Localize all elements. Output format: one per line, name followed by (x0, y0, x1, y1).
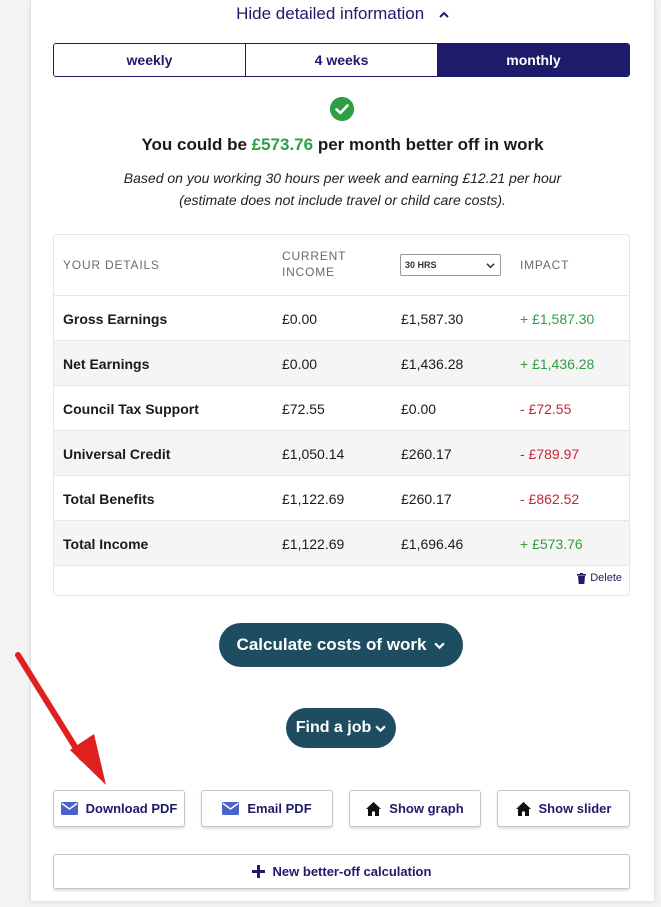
table-row: Net Earnings £0.00 £1,436.28 + £1,436.28 (54, 340, 629, 385)
row-label: Net Earnings (63, 355, 150, 372)
hide-details-toggle[interactable]: Hide detailed information (31, 4, 654, 24)
hide-details-label: Hide detailed information (236, 4, 425, 23)
chevron-up-icon (439, 11, 449, 18)
chevron-down-icon (375, 725, 386, 732)
better-off-headline: You could be £573.76 per month better of… (31, 135, 654, 155)
calculate-costs-label: Calculate costs of work (236, 635, 427, 654)
row-label: Total Benefits (63, 490, 155, 507)
home-icon (366, 801, 382, 816)
row-impact: - £72.55 (520, 400, 572, 417)
row-impact: + £573.76 (520, 535, 583, 552)
table-header: YOUR DETAILS CURRENT INCOME 30 HRS IMPAC… (54, 235, 629, 295)
hours-select-value: 30 HRS (405, 260, 437, 270)
period-monthly-button[interactable]: monthly (438, 44, 629, 76)
basis-line-1: Based on you working 30 hours per week a… (123, 170, 562, 186)
home-icon (515, 801, 531, 816)
new-calculation-label: New better-off calculation (272, 864, 432, 879)
check-circle-icon (330, 97, 354, 121)
row-new: £1,436.28 (401, 355, 464, 372)
headline-suffix: per month better off in work (313, 135, 544, 154)
period-toggle-group: weekly 4 weeks monthly (53, 43, 630, 77)
delete-label: Delete (590, 572, 622, 584)
show-slider-button[interactable]: Show slider (497, 790, 630, 827)
email-pdf-label: Email PDF (247, 801, 312, 816)
new-calculation-button[interactable]: New better-off calculation (53, 854, 630, 889)
chevron-down-icon (434, 642, 446, 649)
row-impact: + £1,587.30 (520, 310, 595, 327)
header-current-line-2: INCOME (282, 265, 335, 279)
find-job-label: Find a job (295, 719, 372, 736)
row-current: £0.00 (282, 355, 318, 372)
row-current: £1,122.69 (282, 490, 345, 507)
row-impact: + £1,436.28 (520, 355, 595, 372)
headline-prefix: You could be (141, 135, 252, 154)
row-label: Council Tax Support (63, 400, 199, 417)
row-new: £260.17 (401, 445, 452, 462)
row-current: £1,050.14 (282, 445, 345, 462)
row-label: Universal Credit (63, 445, 171, 462)
row-current: £72.55 (282, 400, 325, 417)
envelope-icon (60, 802, 78, 815)
table-footer (54, 565, 629, 595)
header-current-line-1: CURRENT (282, 249, 347, 263)
table-row: Total Income £1,122.69 £1,696.46 + £573.… (54, 520, 629, 565)
row-current: £1,122.69 (282, 535, 345, 552)
basis-line-2: (estimate does not include travel or chi… (179, 192, 506, 208)
row-label: Gross Earnings (63, 310, 168, 327)
delete-button[interactable]: Delete (577, 572, 622, 584)
row-new: £1,696.46 (401, 535, 464, 552)
row-impact: - £789.97 (520, 445, 580, 462)
row-new: £260.17 (401, 490, 452, 507)
envelope-icon (222, 802, 240, 815)
table-row: Council Tax Support £72.55 £0.00 - £72.5… (54, 385, 629, 430)
table-row: Universal Credit £1,050.14 £260.17 - £78… (54, 430, 629, 475)
table-row: Total Benefits £1,122.69 £260.17 - £862.… (54, 475, 629, 520)
show-slider-label: Show slider (538, 801, 612, 816)
period-weekly-button[interactable]: weekly (54, 44, 246, 76)
period-4-weeks-button[interactable]: 4 weeks (246, 44, 438, 76)
better-off-amount: £573.76 (251, 135, 314, 154)
download-pdf-button[interactable]: Download PDF (53, 790, 185, 827)
hours-select[interactable]: 30 HRS (400, 254, 501, 276)
chevron-down-icon (486, 263, 495, 269)
header-your-details: YOUR DETAILS (63, 258, 160, 272)
trash-icon (577, 572, 587, 584)
show-graph-label: Show graph (389, 801, 464, 816)
row-new: £1,587.30 (401, 310, 464, 327)
row-current: £0.00 (282, 310, 318, 327)
table-row: Gross Earnings £0.00 £1,587.30 + £1,587.… (54, 295, 629, 340)
header-impact: IMPACT (520, 258, 570, 272)
income-comparison-table: YOUR DETAILS CURRENT INCOME 30 HRS IMPAC… (53, 234, 630, 596)
row-impact: - £862.52 (520, 490, 580, 507)
results-card: Hide detailed information weekly 4 weeks… (30, 0, 655, 901)
row-label: Total Income (63, 535, 149, 552)
row-new: £0.00 (401, 400, 437, 417)
find-job-button[interactable]: Find a job (286, 708, 396, 748)
download-pdf-label: Download PDF (85, 801, 178, 816)
show-graph-button[interactable]: Show graph (349, 790, 481, 827)
email-pdf-button[interactable]: Email PDF (201, 790, 333, 827)
plus-icon (251, 865, 265, 878)
annotation-arrow (15, 652, 106, 785)
calculate-costs-button[interactable]: Calculate costs of work (219, 623, 463, 667)
